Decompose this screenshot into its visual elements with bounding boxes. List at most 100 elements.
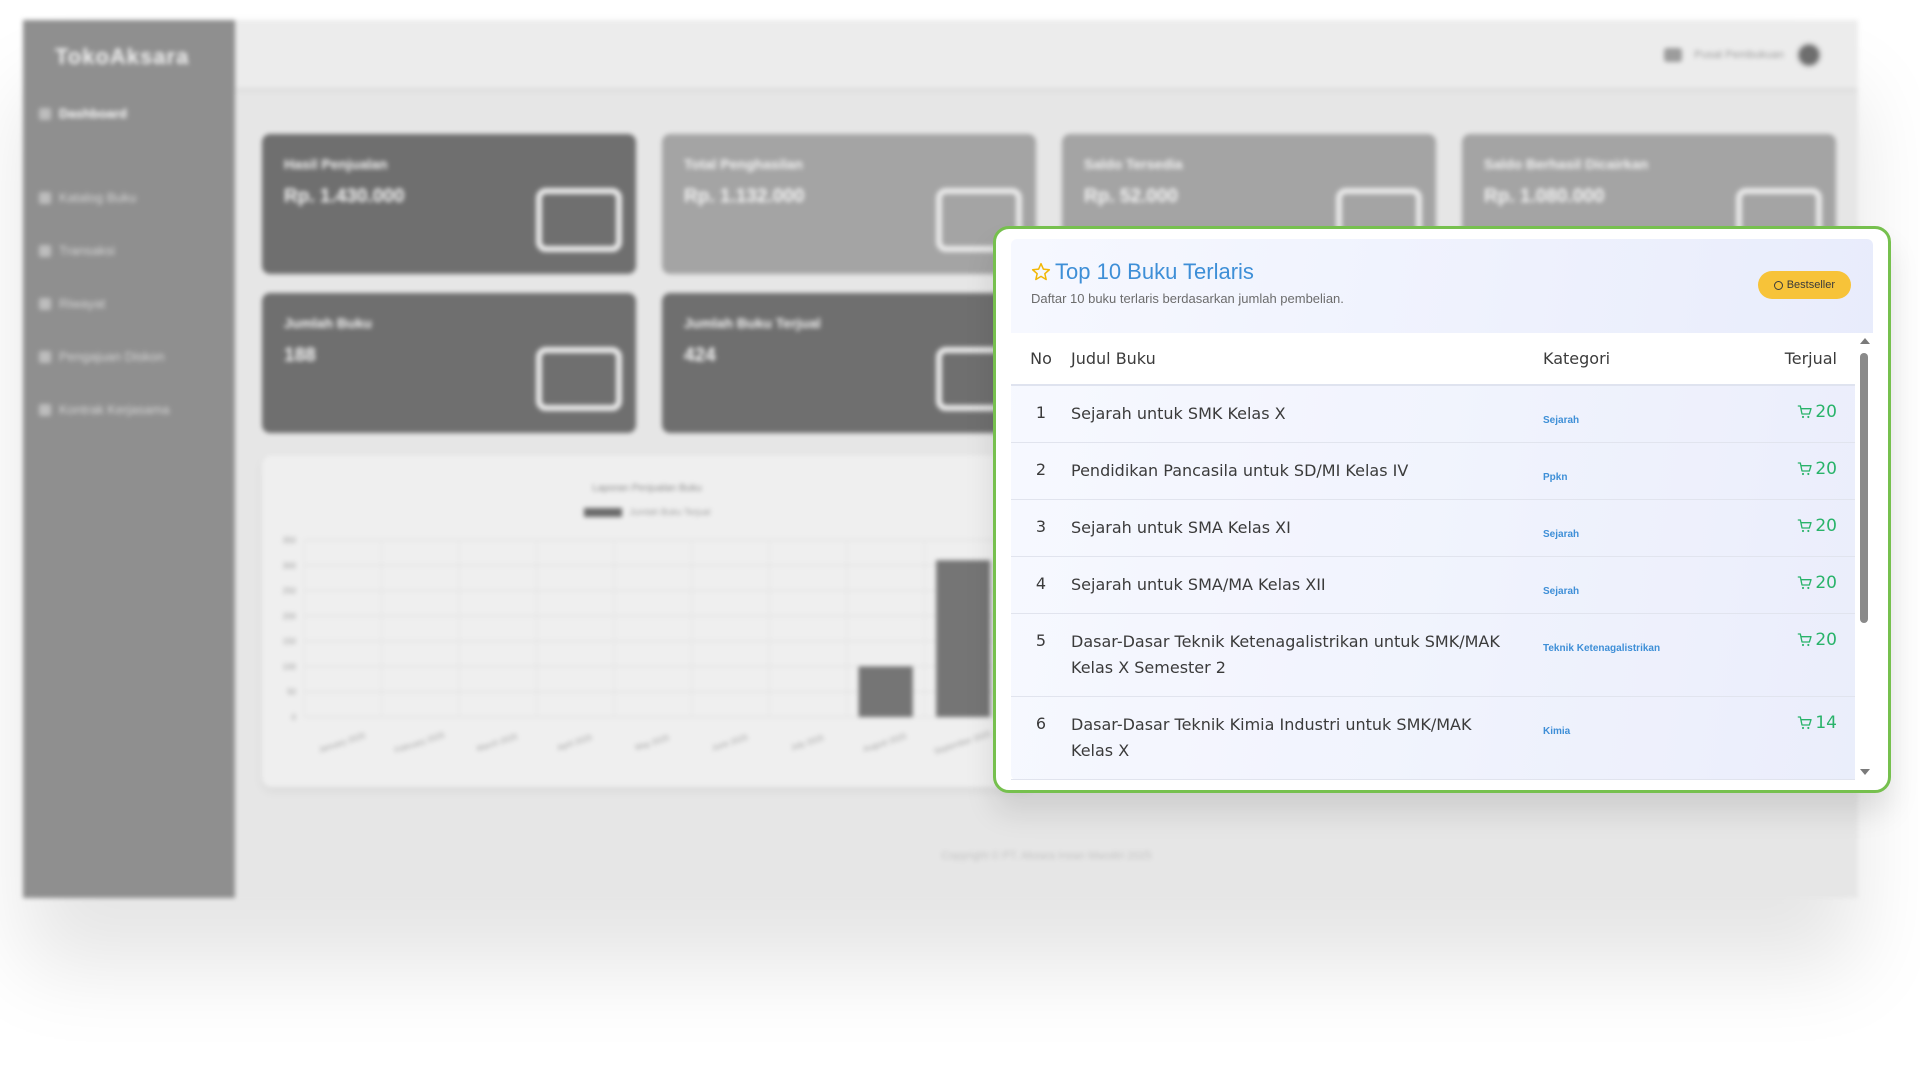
sold-value: 20 xyxy=(1815,459,1837,479)
notification-icon[interactable] xyxy=(1664,48,1683,62)
scroll-thumb[interactable] xyxy=(1860,353,1868,623)
scroll-down-arrow[interactable] xyxy=(1860,769,1870,775)
table-row[interactable]: 4 Sejarah untuk SMA/MA Kelas XII Sejarah 20 xyxy=(1011,556,1855,614)
category-label: Ppkn xyxy=(1543,472,1568,483)
award-icon xyxy=(1773,280,1783,290)
sold-value: 20 xyxy=(1815,402,1837,422)
cart-icon xyxy=(1798,576,1813,590)
y-tick-label: 0 xyxy=(292,713,297,722)
category-label: Sejarah xyxy=(1543,529,1580,540)
x-tick-label: April 2025 xyxy=(556,733,594,753)
category-cell: Teknik Ketenagalistrikan xyxy=(1533,613,1771,697)
book-title: Sejarah untuk SMA/MA Kelas XII xyxy=(1071,556,1533,614)
category-cell: Geografi xyxy=(1533,779,1771,780)
stat-label: Saldo Tersedia xyxy=(1084,156,1183,172)
x-tick-label: July 2025 xyxy=(790,733,826,752)
sales-chart-card: Laporan Penjualan Buku Jumlah Buku Terju… xyxy=(262,455,1032,787)
table-row[interactable]: 1 Sejarah untuk SMK Kelas X Sejarah 20 xyxy=(1011,385,1855,443)
sidebar-item-kontrak[interactable]: Kontrak Kerjasama xyxy=(39,402,170,417)
y-tick-label: 100 xyxy=(283,662,297,671)
money-icon xyxy=(536,188,622,252)
table-row[interactable]: 5 Dasar-Dasar Teknik Ketenagalistrikan un… xyxy=(1011,613,1855,697)
stat-value: Rp. 1.132.000 xyxy=(684,186,805,207)
row-number: 2 xyxy=(1011,442,1071,500)
column-header-no: No xyxy=(1011,333,1071,386)
sold-count: 20 xyxy=(1797,516,1837,536)
sidebar-item-diskon[interactable]: Pengajuan Diskon xyxy=(39,349,165,364)
sidebar-item-dashboard[interactable]: Dashboard xyxy=(39,106,127,121)
category-label: Sejarah xyxy=(1543,586,1580,597)
y-tick-label: 300 xyxy=(283,561,297,570)
book-title: Sejarah untuk SMA Kelas XI xyxy=(1071,499,1533,557)
table-row[interactable]: 7Geografi untuk SMA/MA Kelas XI (Edisi R… xyxy=(1011,779,1855,780)
x-tick-label: February 2025 xyxy=(393,730,446,755)
sidebar: TokoAksara Dashboard Katalog Buku Transa… xyxy=(23,20,235,898)
sold-count: 14 xyxy=(1797,713,1837,733)
row-number: 7 xyxy=(1011,779,1071,780)
book-icon xyxy=(39,191,51,204)
sidebar-item-label: Transaksi xyxy=(59,243,115,258)
y-tick-label: 50 xyxy=(287,688,296,697)
book-title: Dasar-Dasar Teknik Kimia Industri untuk … xyxy=(1071,696,1533,780)
sidebar-item-katalog[interactable]: Katalog Buku xyxy=(39,190,136,205)
row-number: 5 xyxy=(1011,613,1071,697)
cart-icon xyxy=(1798,462,1813,476)
sidebar-item-riwayat[interactable]: Riwayat xyxy=(39,296,105,311)
sold-cell: 20 xyxy=(1771,385,1855,443)
stat-card-hasil-penjualan: Hasil Penjualan Rp. 1.430.000 xyxy=(262,134,636,274)
x-tick-label: September 2025 xyxy=(933,729,993,756)
x-tick-label: January 2025 xyxy=(318,731,367,755)
sold-count: 20 xyxy=(1797,402,1837,422)
star-icon xyxy=(1031,262,1051,281)
category-cell: Sejarah xyxy=(1533,556,1771,614)
cart-icon xyxy=(1798,519,1813,533)
brand-logo: TokoAksara xyxy=(55,44,190,69)
cart-icon xyxy=(1798,716,1813,730)
category-cell: Ppkn xyxy=(1533,442,1771,500)
category-cell: Sejarah xyxy=(1533,499,1771,557)
table-row[interactable]: 6 Dasar-Dasar Teknik Kimia Industri untuk… xyxy=(1011,696,1855,780)
book-title: Geografi untuk SMA/MA Kelas XI (Edisi Re… xyxy=(1071,779,1533,780)
stat-value: Rp. 52.000 xyxy=(1084,186,1178,207)
sidebar-item-label: Riwayat xyxy=(59,296,106,311)
topbar: Pusat Pembukuan xyxy=(235,20,1858,88)
sold-cell: 20 xyxy=(1771,613,1855,697)
sidebar-item-label: Dashboard xyxy=(59,106,127,121)
table-row[interactable]: 2 Pendidikan Pancasila untuk SD/MI Kelas … xyxy=(1011,442,1855,500)
book-icon xyxy=(536,347,622,411)
scroll-up-arrow[interactable] xyxy=(1860,338,1870,344)
sold-cell: 14 xyxy=(1771,696,1855,780)
stat-value: Rp. 1.430.000 xyxy=(284,186,405,207)
top-books-panel: Top 10 Buku Terlaris Daftar 10 buku terl… xyxy=(993,226,1891,793)
stat-label: Saldo Berhasil Dicairkan xyxy=(1484,156,1649,172)
bar-september-2025[interactable] xyxy=(936,560,991,717)
panel-title-text: Top 10 Buku Terlaris xyxy=(1055,259,1254,284)
top-books-table-container[interactable]: No Judul Buku Kategori Terjual 1 Sejarah … xyxy=(1011,333,1855,780)
cart-icon xyxy=(1798,405,1813,419)
stat-value: 188 xyxy=(284,345,316,366)
table-scrollbar[interactable] xyxy=(1855,333,1873,780)
stat-card-buku-terjual: Jumlah Buku Terjual 424 xyxy=(662,293,1036,433)
cart-icon xyxy=(1798,633,1813,647)
user-menu[interactable]: Pusat Pembukuan xyxy=(1664,42,1822,68)
sidebar-item-label: Kontrak Kerjasama xyxy=(59,402,170,417)
footer-copyright: Copyright © PT. Aksara Insan Mandiri 202… xyxy=(941,850,1152,862)
table-row[interactable]: 3 Sejarah untuk SMA Kelas XI Sejarah 20 xyxy=(1011,499,1855,557)
avatar[interactable] xyxy=(1796,42,1822,68)
tag-icon xyxy=(39,350,51,363)
panel-header: Top 10 Buku Terlaris Daftar 10 buku terl… xyxy=(1011,239,1873,333)
sidebar-item-label: Katalog Buku xyxy=(59,190,137,205)
sold-value: 20 xyxy=(1815,630,1837,650)
y-tick-label: 250 xyxy=(283,587,297,596)
sidebar-item-transaksi[interactable]: Transaksi xyxy=(39,243,115,258)
top-books-table: No Judul Buku Kategori Terjual 1 Sejarah … xyxy=(1011,333,1855,780)
sales-bar-chart: 0 50 100 150 200 250 300 350 January 2025 Februar… xyxy=(283,536,1002,756)
bar-august-2025[interactable] xyxy=(858,666,913,717)
sold-count: 20 xyxy=(1797,630,1837,650)
badge-label: Bestseller xyxy=(1786,279,1835,291)
category-cell: Kimia xyxy=(1533,696,1771,780)
category-label: Sejarah xyxy=(1543,415,1580,426)
row-number: 1 xyxy=(1011,385,1071,443)
column-header-title: Judul Buku xyxy=(1071,333,1533,386)
user-name: Pusat Pembukuan xyxy=(1694,49,1784,61)
